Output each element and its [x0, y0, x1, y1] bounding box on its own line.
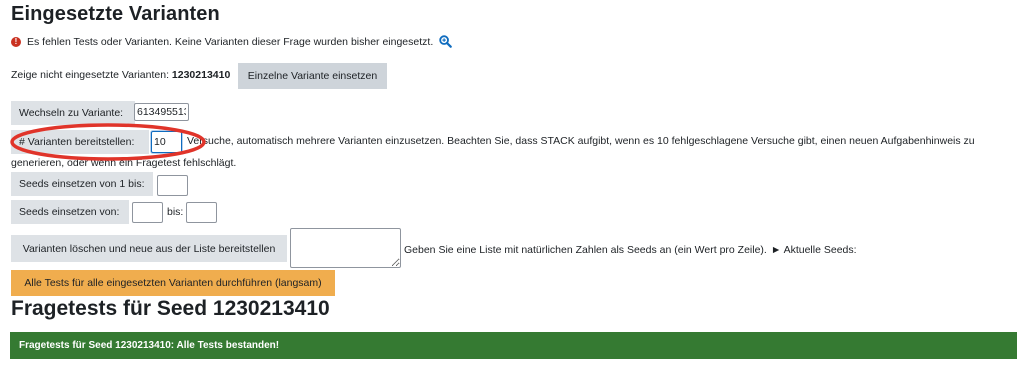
page-title: Eingesetzte Varianten [11, 3, 220, 25]
tests-heading: Fragetests für Seed 1230213410 [11, 297, 330, 320]
not-deployed-text: Zeige nicht eingesetzte Varianten: 12302… [11, 69, 231, 81]
deploy-description-line1: Versuche, automatisch mehrere Varianten … [187, 135, 975, 147]
not-deployed-seed: 1230213410 [171, 69, 231, 81]
deploy-single-variant-button[interactable]: Einzelne Variante einsetzen [238, 63, 387, 89]
seeds-list-textarea[interactable] [290, 228, 401, 268]
annotation-highlight-ellipse [10, 123, 206, 161]
seeds-to-input[interactable] [186, 202, 217, 223]
delete-and-redeploy-button[interactable]: Varianten löschen und neue aus der Liste… [11, 235, 287, 262]
run-all-tests-button[interactable]: Alle Tests für alle eingesetzten Variant… [11, 270, 335, 296]
seeds-to-label: bis: [167, 206, 184, 218]
seeds-range-label: Seeds einsetzen von: [11, 200, 129, 224]
switch-variant-input[interactable] [134, 103, 189, 121]
success-alert: Fragetests für Seed 1230213410: Alle Tes… [10, 332, 1017, 359]
warning-text: Es fehlen Tests oder Varianten. Keine Va… [27, 35, 434, 48]
warning-message: ! Es fehlen Tests oder Varianten. Keine … [11, 35, 453, 48]
seeds-list-hint: Geben Sie eine Liste mit natürlichen Zah… [404, 244, 857, 256]
current-seeds-toggle[interactable]: ► Aktuelle Seeds: [771, 244, 857, 256]
seeds-from-input[interactable] [132, 202, 163, 223]
seeds-from-one-label: Seeds einsetzen von 1 bis: [11, 172, 153, 196]
seeds-upper-input[interactable] [157, 175, 188, 196]
magnifier-icon[interactable] [439, 35, 453, 48]
exclamation-circle-icon: ! [11, 36, 21, 47]
